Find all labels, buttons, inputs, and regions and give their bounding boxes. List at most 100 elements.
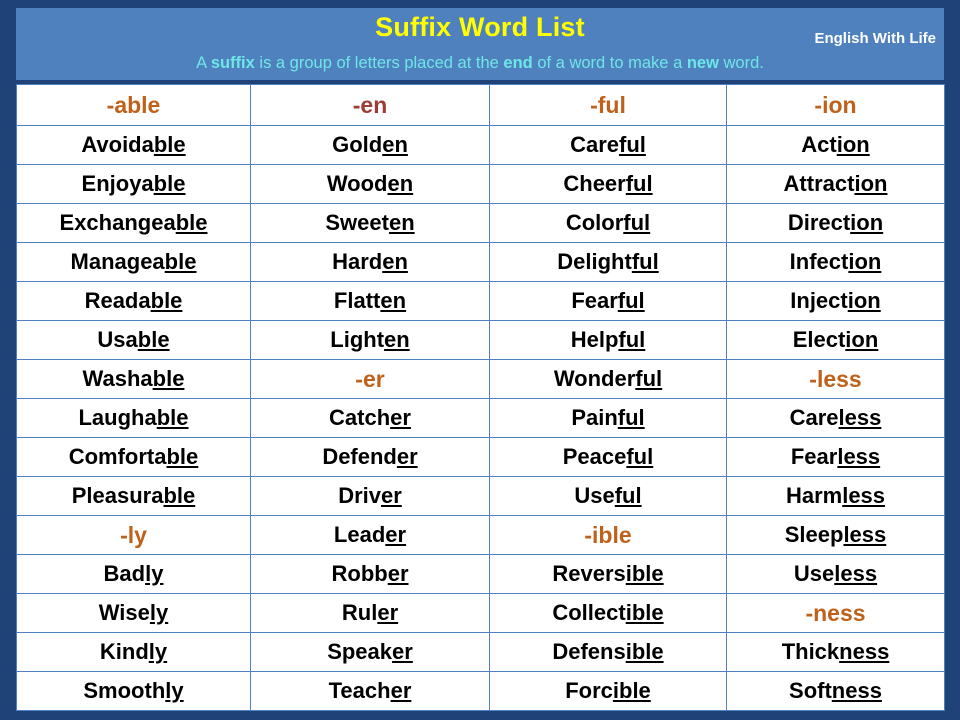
word-suffix: ion	[848, 249, 882, 274]
header-band: Suffix Word List English With Life A suf…	[16, 8, 944, 80]
word-suffix: ible	[612, 678, 651, 703]
column-header-2: -en	[250, 84, 490, 126]
word-cell: Speaker	[250, 632, 490, 672]
word-stem: Exchangea	[59, 210, 176, 235]
word-cell: Manageable	[16, 242, 251, 282]
word-cell: Direction	[726, 203, 945, 243]
word-stem: Pleasura	[71, 483, 164, 508]
word-stem: Wise	[98, 600, 150, 625]
word-stem: Fear	[571, 288, 618, 313]
word-suffix: er	[381, 483, 402, 508]
word-stem: Elect	[792, 327, 846, 352]
word-suffix: ble	[164, 249, 197, 274]
word-suffix: ful	[619, 132, 646, 157]
word-stem: Color	[565, 210, 624, 235]
word-stem: Hard	[332, 249, 383, 274]
word-stem: Attract	[783, 171, 855, 196]
word-suffix: ble	[153, 171, 186, 196]
subtitle-fragment: of a word to make a	[532, 54, 687, 72]
word-stem: Comforta	[68, 444, 167, 469]
word-suffix: less	[843, 522, 887, 547]
word-stem: Reada	[84, 288, 151, 313]
word-suffix: er	[387, 561, 409, 586]
table-row: Manageable Harden Delightful Infection	[16, 242, 945, 282]
word-cell: Wisely	[16, 593, 251, 633]
table-row: Smoothly Teacher Forcible Softness	[16, 671, 945, 711]
word-suffix: ful	[614, 483, 642, 508]
word-stem: Smooth	[83, 678, 166, 703]
word-cell: Fearless	[726, 437, 945, 477]
word-cell: Ruler	[250, 593, 490, 633]
word-cell: Useless	[726, 554, 945, 594]
word-stem: Inject	[790, 288, 848, 313]
suffix-subheader: -ness	[726, 593, 945, 633]
table-header-row: -able -en -ful -ion	[16, 84, 945, 126]
word-cell: Wonderful	[489, 359, 727, 399]
word-stem: Help	[570, 327, 619, 352]
table-row: Comfortable Defender Peaceful Fearless	[16, 437, 945, 477]
word-stem: Rul	[341, 600, 378, 625]
word-cell: Forcible	[489, 671, 727, 711]
word-cell: Robber	[250, 554, 490, 594]
word-stem: Usa	[97, 327, 138, 352]
word-suffix: ble	[152, 366, 185, 391]
word-cell: Avoidable	[16, 125, 251, 165]
word-stem: Care	[789, 405, 839, 430]
word-suffix: ble	[166, 444, 199, 469]
column-header-3: -ful	[489, 84, 727, 126]
word-suffix: er	[385, 522, 407, 547]
word-stem: Cheer	[563, 171, 626, 196]
word-stem: Catch	[329, 405, 391, 430]
word-cell: Helpful	[489, 320, 727, 360]
word-stem: Laugha	[78, 405, 157, 430]
table-row: Exchangeable Sweeten Colorful Direction	[16, 203, 945, 243]
word-suffix: ble	[175, 210, 208, 235]
word-suffix: less	[838, 405, 882, 430]
word-suffix: ble	[163, 483, 196, 508]
word-stem: Peace	[562, 444, 627, 469]
word-suffix: less	[837, 444, 881, 469]
word-stem: Flatt	[333, 288, 381, 313]
column-header-4: -ion	[726, 84, 945, 126]
subtitle-text: A suffix is a group of letters placed at…	[16, 52, 944, 74]
word-stem: Wood	[326, 171, 388, 196]
subtitle-emphasis: suffix	[210, 54, 255, 72]
word-suffix: ness	[839, 639, 890, 664]
word-cell: Laughable	[16, 398, 251, 438]
word-stem: Care	[570, 132, 620, 157]
table-row: Laughable Catcher Painful Careless	[16, 398, 945, 438]
subtitle-emphasis: new	[686, 54, 719, 72]
suffix-subheader: -er	[250, 359, 490, 399]
word-stem: Washa	[82, 366, 153, 391]
word-cell: Washable	[16, 359, 251, 399]
word-stem: Sweet	[325, 210, 389, 235]
word-suffix: ful	[631, 249, 659, 274]
word-cell: Cheerful	[489, 164, 727, 204]
word-suffix: ion	[845, 327, 879, 352]
word-cell: Election	[726, 320, 945, 360]
word-stem: Thick	[781, 639, 840, 664]
suffix-subheader: -ible	[489, 515, 727, 555]
word-stem: Robb	[331, 561, 388, 586]
word-cell: Colorful	[489, 203, 727, 243]
word-stem: Lead	[333, 522, 386, 547]
word-suffix: er	[377, 600, 399, 625]
table-row: Usable Lighten Helpful Election	[16, 320, 945, 360]
word-suffix: ble	[137, 327, 170, 352]
word-cell: Kindly	[16, 632, 251, 672]
word-cell: Exchangeable	[16, 203, 251, 243]
suffix-subheader: -less	[726, 359, 945, 399]
word-stem: Delight	[557, 249, 632, 274]
word-suffix: ful	[625, 171, 653, 196]
word-cell: Harmless	[726, 476, 945, 516]
word-cell: Infection	[726, 242, 945, 282]
table-row: Wisely Ruler Collectible -ness	[16, 593, 945, 633]
word-cell: Defender	[250, 437, 490, 477]
poster-root: Suffix Word List English With Life A suf…	[0, 0, 960, 720]
subtitle-fragment: is a group of letters placed at the	[254, 54, 504, 72]
word-suffix: en	[380, 288, 407, 313]
word-suffix: ble	[153, 132, 186, 157]
word-cell: Fearful	[489, 281, 727, 321]
word-stem: Bad	[103, 561, 146, 586]
word-suffix: en	[384, 327, 410, 352]
